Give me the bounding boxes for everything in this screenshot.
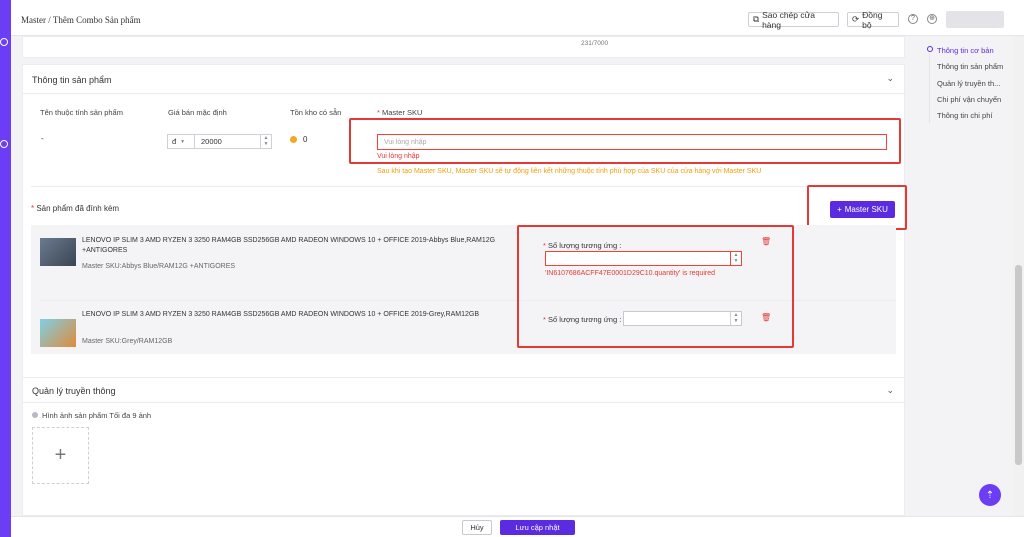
media-hint: Hình ảnh sản phẩm Tối đa 9 ảnh	[32, 411, 151, 420]
cancel-button[interactable]: Hủy	[462, 520, 492, 535]
right-anchor-nav: Thông tin cơ bản Thông tin sản phẩm Quản…	[915, 36, 1024, 516]
save-button[interactable]: Lưu cập nhật	[500, 520, 575, 535]
copy-icon: ⧉	[753, 14, 760, 24]
col-attr: Tên thuộc tính sản phẩm	[40, 108, 123, 117]
col-sku: * Master SKU	[377, 108, 423, 117]
attr-value: -	[41, 134, 44, 143]
stock-status-dot	[290, 136, 297, 143]
sidebar-logo-icon[interactable]	[0, 38, 8, 46]
nav-line	[929, 53, 930, 123]
divider	[31, 186, 896, 187]
sync-icon: ⟳	[852, 14, 860, 24]
col-sku-label: Master SKU	[382, 108, 423, 117]
sidebar-nav-icon[interactable]	[0, 140, 8, 148]
top-bar: Master / Thêm Combo Sản phẩm ⧉ Sao chép …	[11, 0, 1024, 36]
col-stock: Tồn kho có sẵn	[290, 108, 342, 117]
sku-hint: Sau khi tạo Master SKU, Master SKU sẽ tự…	[377, 168, 762, 175]
plus-icon: +	[54, 444, 67, 466]
currency-value: đ	[172, 137, 177, 146]
media-title: Quản lý truyền thông	[32, 386, 116, 396]
nav-item-cost[interactable]: Thông tin chi phí	[937, 111, 992, 120]
product-name: LENOVO IP SLIM 3 AMD RYZEN 3 3250 RAM4GB…	[82, 237, 496, 254]
highlight-box-sku	[349, 118, 901, 164]
chevron-down-icon[interactable]: ⌄	[886, 385, 894, 396]
attached-title: * Sản phẩm đã đính kèm	[31, 204, 120, 213]
attached-title-label: Sản phẩm đã đính kèm	[36, 204, 120, 213]
description-card-tail: 231/7000	[22, 36, 905, 58]
help-icon[interactable]: ?	[908, 14, 918, 24]
product-sku: Master SKU:Abbys Blue/RAM12G +ANTIGORES	[82, 263, 236, 270]
price-input[interactable]: 20000 ▲ ▼	[194, 134, 272, 149]
nav-item-shipping[interactable]: Chi phí vận chuyển	[937, 95, 1001, 104]
arrow-up-icon: ⇡	[985, 489, 995, 501]
breadcrumb: Master / Thêm Combo Sản phẩm	[21, 15, 141, 25]
media-hint-text: Hình ảnh sản phẩm Tối đa 9 ảnh	[42, 411, 152, 420]
left-sidebar	[0, 0, 11, 537]
media-card: Quản lý truyền thông ⌄	[22, 377, 906, 516]
user-avatar[interactable]	[946, 11, 1004, 28]
main-content: 231/7000 Thông tin sản phẩm ⌄ Tên thuộc …	[22, 36, 907, 516]
upload-image-button[interactable]: +	[32, 427, 89, 484]
divider	[23, 402, 906, 403]
nav-item-basic-info[interactable]: Thông tin cơ bản	[937, 46, 994, 55]
currency-select[interactable]: đ ▼	[167, 134, 195, 149]
product-info-title: Thông tin sản phẩm	[32, 75, 112, 85]
scrollbar-thumb[interactable]	[1015, 265, 1022, 465]
highlight-box-qty	[517, 225, 794, 348]
highlight-box-add	[807, 185, 907, 230]
product-sku: Master SKU:Grey/RAM12GB	[82, 338, 173, 345]
product-thumbnail	[40, 319, 76, 347]
copy-shop-button[interactable]: ⧉ Sao chép cửa hàng	[748, 9, 839, 30]
chevron-down-icon[interactable]: ⌄	[886, 73, 894, 84]
nav-item-media[interactable]: Quản lý truyền th...	[937, 79, 1000, 88]
price-stepper[interactable]: ▲ ▼	[260, 135, 271, 148]
product-thumbnail	[40, 238, 76, 266]
stock-value: 0	[303, 135, 308, 144]
product-name: LENOVO IP SLIM 3 AMD RYZEN 3 3250 RAM4GB…	[82, 311, 479, 318]
nav-item-product-info[interactable]: Thông tin sản phẩm	[937, 62, 1003, 71]
footer-bar: Hủy Lưu cập nhật	[11, 516, 1024, 537]
col-price: Giá bán mặc định	[168, 108, 227, 117]
sync-label: Đồng bộ	[862, 9, 883, 30]
divider	[23, 93, 906, 94]
copy-shop-label: Sao chép cửa hàng	[762, 9, 816, 30]
description-counter: 231/7000	[581, 40, 609, 47]
caret-down-icon: ▼	[180, 138, 186, 145]
sync-button[interactable]: ⟳ Đồng bộ	[847, 9, 899, 30]
globe-icon[interactable]: ⊕	[927, 14, 937, 24]
scroll-top-button[interactable]: ⇡	[979, 484, 1001, 506]
info-icon	[32, 412, 38, 418]
price-value: 20000	[201, 137, 222, 146]
active-dot-icon	[927, 46, 933, 52]
